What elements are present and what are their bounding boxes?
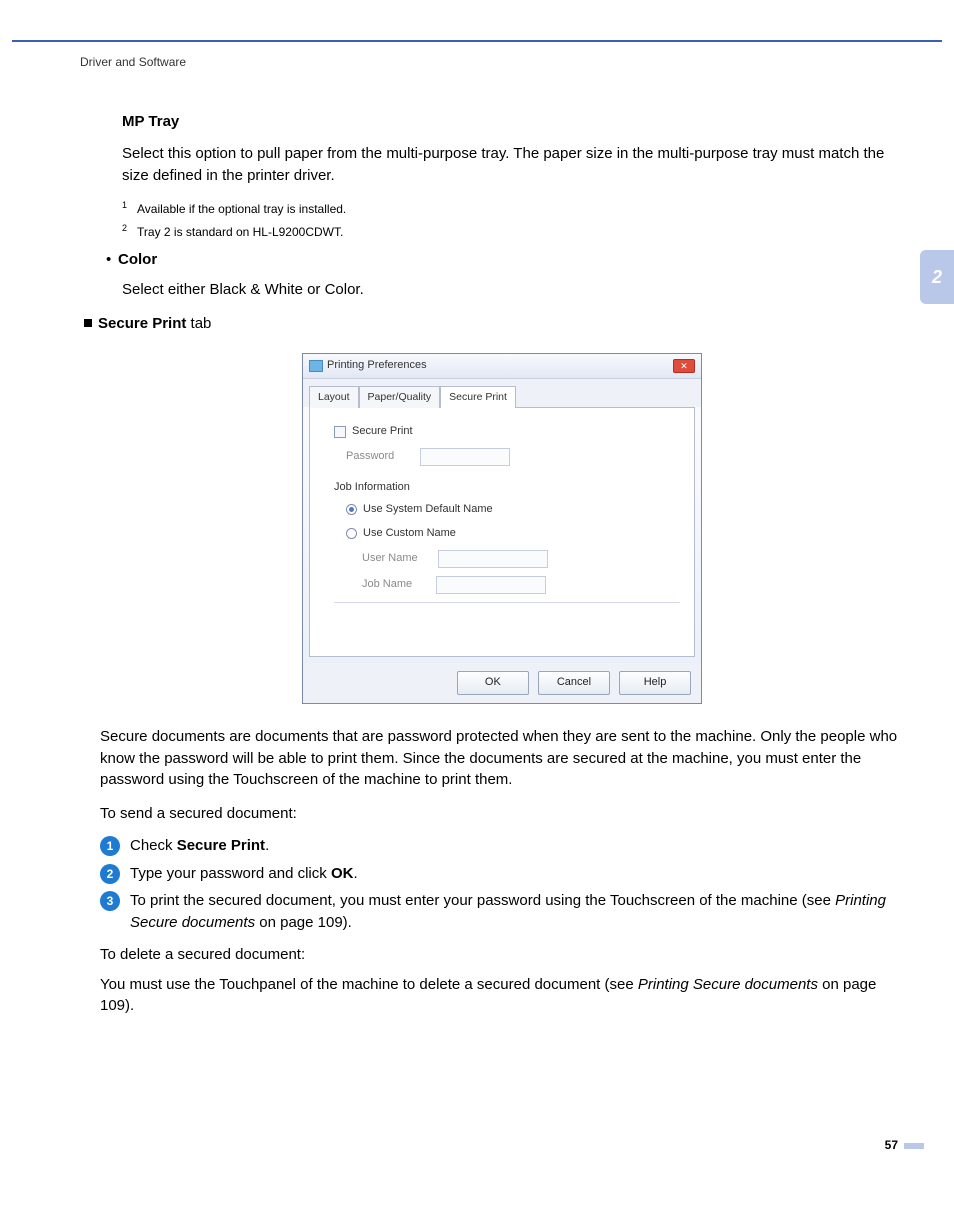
dialog-tabstrip: Layout Paper/Quality Secure Print <box>303 379 701 407</box>
password-row: Password <box>346 448 680 466</box>
delete-para-link: Printing Secure documents <box>638 976 818 993</box>
dialog-separator <box>334 602 680 603</box>
breadcrumb: Driver and Software <box>80 54 954 71</box>
dialog-titlebar: Printing Preferences ✕ <box>303 354 701 379</box>
printing-preferences-dialog: Printing Preferences ✕ Layout Paper/Qual… <box>302 353 702 704</box>
step-1-bold: Secure Print <box>177 837 265 854</box>
step-3: 3 To print the secured document, you mus… <box>100 890 904 934</box>
delete-para-pre: You must use the Touchpanel of the machi… <box>100 976 638 993</box>
secure-print-suffix: tab <box>186 315 211 332</box>
printer-icon <box>309 360 323 372</box>
step-2-text: Type your password and click OK. <box>130 863 904 885</box>
secure-print-label: Secure Print <box>98 315 186 332</box>
page-content: MP Tray Select this option to pull paper… <box>100 111 904 1017</box>
job-information-title: Job Information <box>334 480 680 496</box>
ok-button[interactable]: OK <box>457 671 529 695</box>
job-name-row: Job Name <box>362 576 680 594</box>
help-button[interactable]: Help <box>619 671 691 695</box>
mp-tray-desc: Select this option to pull paper from th… <box>122 143 904 187</box>
job-name-label: Job Name <box>362 577 412 593</box>
step-1-text: Check Secure Print. <box>130 835 904 857</box>
tab-paper-quality[interactable]: Paper/Quality <box>359 386 441 408</box>
job-name-input[interactable] <box>436 576 546 594</box>
step-1: 1 Check Secure Print. <box>100 835 904 857</box>
radio-default-row: Use System Default Name <box>346 502 680 518</box>
tab-secure-print[interactable]: Secure Print <box>440 386 516 408</box>
send-secured-intro: To send a secured document: <box>100 803 904 825</box>
footnote-2-text: Tray 2 is standard on HL-L9200CDWT. <box>137 225 343 239</box>
radio-custom-row: Use Custom Name <box>346 526 680 542</box>
dialog-close-button[interactable]: ✕ <box>673 359 695 373</box>
mp-tray-heading: MP Tray <box>122 111 904 133</box>
secure-documents-paragraph: Secure documents are documents that are … <box>100 726 904 791</box>
secure-print-tab-heading: Secure Print tab <box>84 313 904 335</box>
step-2: 2 Type your password and click OK. <box>100 863 904 885</box>
cancel-button[interactable]: Cancel <box>538 671 610 695</box>
user-name-input[interactable] <box>438 550 548 568</box>
step-1-badge: 1 <box>100 836 120 856</box>
tab-layout[interactable]: Layout <box>309 386 359 408</box>
step-1-pre: Check <box>130 837 177 854</box>
page-number-bar <box>904 1143 924 1149</box>
radio-system-default-label: Use System Default Name <box>363 502 493 518</box>
bullet-dot: • <box>106 249 118 271</box>
step-2-pre: Type your password and click <box>130 865 331 882</box>
color-title: Color <box>118 251 157 268</box>
password-input[interactable] <box>420 448 510 466</box>
dialog-button-row: OK Cancel Help <box>303 663 701 703</box>
step-2-badge: 2 <box>100 864 120 884</box>
footnote-2-sup: 2 <box>122 223 127 233</box>
delete-secured-intro: To delete a secured document: <box>100 944 904 966</box>
step-3-text: To print the secured document, you must … <box>130 890 904 934</box>
secure-print-checkbox-row: Secure Print <box>334 424 680 440</box>
step-3-post: on page 109). <box>255 914 352 931</box>
dialog-wrapper: Printing Preferences ✕ Layout Paper/Qual… <box>100 353 904 704</box>
square-bullet-icon <box>84 319 92 327</box>
footnote-2: 2 Tray 2 is standard on HL-L9200CDWT. <box>122 222 904 241</box>
radio-system-default[interactable] <box>346 504 357 515</box>
step-3-pre: To print the secured document, you must … <box>130 892 835 909</box>
dialog-body: Secure Print Password Job Information Us… <box>309 407 695 657</box>
secure-print-checkbox[interactable] <box>334 426 346 438</box>
footnote-1: 1 Available if the optional tray is insta… <box>122 199 904 218</box>
step-2-bold: OK <box>331 865 354 882</box>
color-desc: Select either Black & White or Color. <box>122 279 904 301</box>
chapter-tab: 2 <box>920 250 954 304</box>
radio-custom-name[interactable] <box>346 528 357 539</box>
user-name-row: User Name <box>362 550 680 568</box>
password-label: Password <box>346 449 394 465</box>
color-bullet-row: •Color <box>106 249 904 271</box>
page-number: 57 <box>885 1138 898 1152</box>
delete-secured-paragraph: You must use the Touchpanel of the machi… <box>100 974 904 1018</box>
user-name-label: User Name <box>362 551 418 567</box>
page-number-area: 57 <box>0 1137 924 1154</box>
footnote-1-text: Available if the optional tray is instal… <box>137 202 346 216</box>
footnote-1-sup: 1 <box>122 200 127 210</box>
top-rule <box>12 40 942 42</box>
secure-print-checkbox-label: Secure Print <box>352 424 413 440</box>
radio-custom-name-label: Use Custom Name <box>363 526 456 542</box>
step-3-badge: 3 <box>100 891 120 911</box>
step-2-post: . <box>353 865 357 882</box>
step-1-post: . <box>265 837 269 854</box>
dialog-title-text: Printing Preferences <box>327 358 427 374</box>
